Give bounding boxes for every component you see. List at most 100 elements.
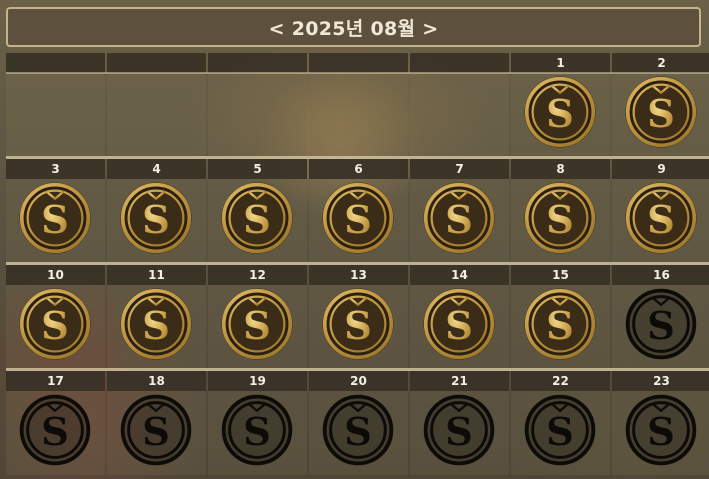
- svg-text:S: S: [647, 410, 675, 455]
- day-cell-16: 16 S: [612, 265, 709, 369]
- blank-day-header: [309, 53, 408, 73]
- day-number: 14: [410, 265, 509, 285]
- attendance-calendar: 1 S 2 S 3 S 4 S 5 S 6 S 7 S 8 S 9 S 10 S 11 S 12 S 13 S 14 S 15 S 16 S 1…: [6, 53, 709, 479]
- day-number: 13: [309, 265, 408, 285]
- day-cell-1: 1S: [511, 53, 610, 157]
- day-cell-19: 19 S: [208, 371, 307, 475]
- day-cell-3: 3S: [6, 159, 105, 263]
- svg-text:S: S: [41, 410, 69, 455]
- svg-text:S: S: [41, 304, 69, 349]
- day-number: 5: [208, 159, 307, 179]
- svg-text:S: S: [546, 410, 574, 455]
- row-divider: [6, 72, 709, 74]
- day-number: 11: [107, 265, 206, 285]
- day-number: 7: [410, 159, 509, 179]
- collected-s-coin-icon[interactable]: S: [624, 75, 698, 149]
- day-number: 4: [107, 159, 206, 179]
- blank-day-header: [6, 53, 105, 73]
- blank-day-header: [208, 53, 307, 73]
- day-number: 10: [6, 265, 105, 285]
- svg-text:S: S: [142, 304, 170, 349]
- day-cell-2: 2S: [612, 53, 709, 157]
- blank-day-cell: [410, 53, 509, 157]
- collected-s-coin-icon[interactable]: S: [119, 181, 193, 255]
- blank-day-cell: [309, 53, 408, 157]
- uncollected-s-coin-icon[interactable]: S: [624, 287, 698, 361]
- day-number: 22: [511, 371, 610, 391]
- day-cell-6: 6S: [309, 159, 408, 263]
- blank-day-header: [410, 53, 509, 73]
- day-number: 15: [511, 265, 610, 285]
- collected-s-coin-icon[interactable]: S: [422, 181, 496, 255]
- month-header: < 2025년 08월 >: [6, 7, 701, 47]
- collected-s-coin-icon[interactable]: S: [523, 75, 597, 149]
- blank-day-header: [107, 53, 206, 73]
- svg-text:S: S: [142, 198, 170, 243]
- svg-text:S: S: [243, 410, 271, 455]
- day-number: 20: [309, 371, 408, 391]
- day-cell-12: 12 S: [208, 265, 307, 369]
- day-number: 21: [410, 371, 509, 391]
- collected-s-coin-icon[interactable]: S: [18, 287, 92, 361]
- collected-s-coin-icon[interactable]: S: [624, 181, 698, 255]
- svg-text:S: S: [344, 198, 372, 243]
- day-cell-8: 8S: [511, 159, 610, 263]
- day-cell-7: 7S: [410, 159, 509, 263]
- svg-text:S: S: [647, 304, 675, 349]
- collected-s-coin-icon[interactable]: S: [321, 181, 395, 255]
- svg-text:S: S: [344, 304, 372, 349]
- day-cell-21: 21 S: [410, 371, 509, 475]
- day-cell-20: 20 S: [309, 371, 408, 475]
- day-cell-17: 17 S: [6, 371, 105, 475]
- day-number: 1: [511, 53, 610, 73]
- svg-text:S: S: [546, 92, 574, 137]
- day-number: 17: [6, 371, 105, 391]
- day-cell-9: 9S: [612, 159, 709, 263]
- svg-text:S: S: [41, 198, 69, 243]
- svg-text:S: S: [445, 198, 473, 243]
- uncollected-s-coin-icon[interactable]: S: [18, 393, 92, 467]
- uncollected-s-coin-icon[interactable]: S: [624, 393, 698, 467]
- row-divider: [6, 368, 709, 371]
- blank-day-cell: [208, 53, 307, 157]
- day-number: 6: [309, 159, 408, 179]
- collected-s-coin-icon[interactable]: S: [220, 181, 294, 255]
- day-cell-14: 14 S: [410, 265, 509, 369]
- uncollected-s-coin-icon[interactable]: S: [422, 393, 496, 467]
- collected-s-coin-icon[interactable]: S: [220, 287, 294, 361]
- day-number: 19: [208, 371, 307, 391]
- row-divider: [6, 156, 709, 159]
- day-cell-22: 22 S: [511, 371, 610, 475]
- day-cell-11: 11 S: [107, 265, 206, 369]
- day-cell-10: 10 S: [6, 265, 105, 369]
- day-number: 12: [208, 265, 307, 285]
- month-title[interactable]: < 2025년 08월 >: [269, 14, 439, 41]
- svg-text:S: S: [243, 198, 271, 243]
- day-cell-23: 23 S: [612, 371, 709, 475]
- uncollected-s-coin-icon[interactable]: S: [321, 393, 395, 467]
- collected-s-coin-icon[interactable]: S: [422, 287, 496, 361]
- svg-text:S: S: [546, 198, 574, 243]
- svg-text:S: S: [344, 410, 372, 455]
- day-cell-18: 18 S: [107, 371, 206, 475]
- blank-day-cell: [107, 53, 206, 157]
- collected-s-coin-icon[interactable]: S: [523, 181, 597, 255]
- day-number: 16: [612, 265, 709, 285]
- collected-s-coin-icon[interactable]: S: [523, 287, 597, 361]
- svg-text:S: S: [647, 92, 675, 137]
- blank-day-cell: [6, 53, 105, 157]
- uncollected-s-coin-icon[interactable]: S: [119, 393, 193, 467]
- day-number: 23: [612, 371, 709, 391]
- collected-s-coin-icon[interactable]: S: [18, 181, 92, 255]
- day-number: 9: [612, 159, 709, 179]
- svg-text:S: S: [445, 410, 473, 455]
- uncollected-s-coin-icon[interactable]: S: [523, 393, 597, 467]
- day-number: 8: [511, 159, 610, 179]
- svg-text:S: S: [546, 304, 574, 349]
- row-divider: [6, 262, 709, 265]
- collected-s-coin-icon[interactable]: S: [119, 287, 193, 361]
- uncollected-s-coin-icon[interactable]: S: [220, 393, 294, 467]
- svg-text:S: S: [243, 304, 271, 349]
- collected-s-coin-icon[interactable]: S: [321, 287, 395, 361]
- day-number: 2: [612, 53, 709, 73]
